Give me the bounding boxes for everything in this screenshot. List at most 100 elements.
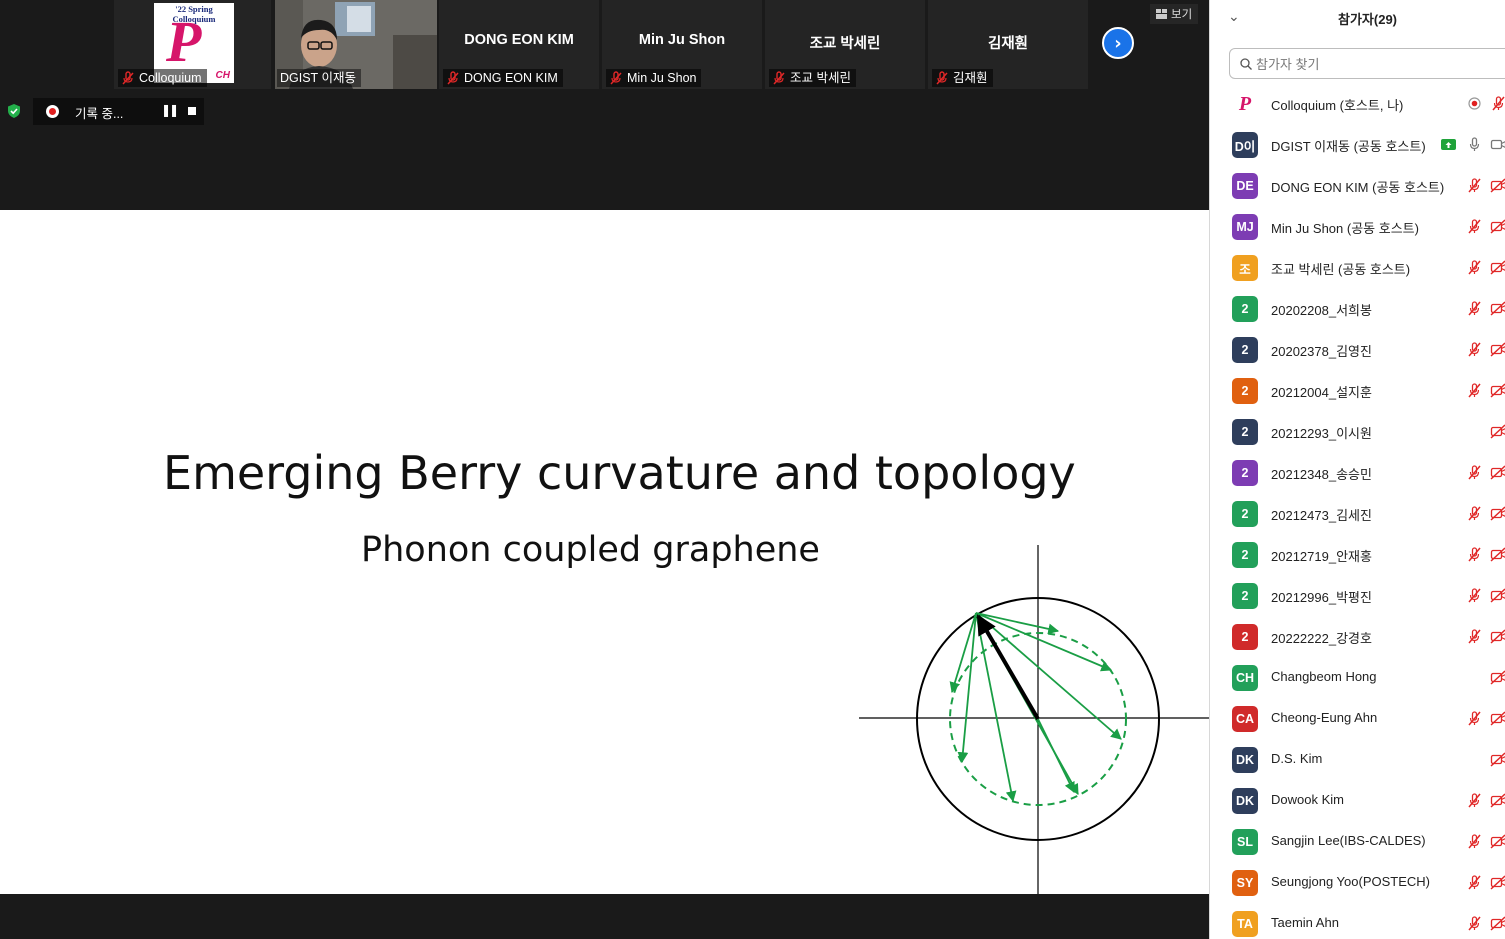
mic-muted-icon[interactable]	[1466, 710, 1483, 727]
camera-off-icon[interactable]	[1490, 259, 1505, 276]
participant-row[interactable]: 조 조교 박세린 (공동 호스트)	[1210, 247, 1505, 288]
avatar-initials: 2	[1241, 343, 1249, 357]
participant-row[interactable]: 2 20212719_안재홍	[1210, 534, 1505, 575]
next-page-button[interactable]: ›	[1102, 27, 1134, 59]
video-tile-speaker[interactable]: DGIST 이재동	[275, 0, 437, 89]
mic-muted-icon[interactable]	[1466, 587, 1483, 604]
mic-muted-icon[interactable]	[1466, 792, 1483, 809]
mic-muted-icon[interactable]	[1466, 382, 1483, 399]
participant-name: Colloquium (호스트, 나)	[1271, 98, 1404, 113]
participant-row[interactable]: 2 20222222_강경호	[1210, 616, 1505, 657]
chevron-down-icon[interactable]: ⌄	[1228, 9, 1240, 25]
participant-row[interactable]: SL Sangjin Lee(IBS-CALDES)	[1210, 821, 1505, 862]
participant-row[interactable]: DE DONG EON KIM (공동 호스트)	[1210, 165, 1505, 206]
green-vectors	[949, 612, 1122, 803]
mic-muted-icon[interactable]	[1466, 218, 1483, 235]
participant-name: 20222222_강경호	[1271, 631, 1372, 646]
avatar: P	[1232, 91, 1258, 117]
participant-search[interactable]	[1229, 48, 1505, 79]
participant-row[interactable]: 2 20212996_박평진	[1210, 575, 1505, 616]
participant-row[interactable]: CH Changbeom Hong	[1210, 657, 1505, 698]
avatar: 2	[1232, 296, 1258, 322]
mic-muted-icon[interactable]	[1466, 628, 1483, 645]
participant-row[interactable]: SY Seungjong Yoo(POSTECH)	[1210, 862, 1505, 903]
participant-row[interactable]: P Colloquium (호스트, 나)	[1210, 83, 1505, 124]
participant-row[interactable]: 2 20202208_서희봉	[1210, 288, 1505, 329]
avatar-initials: 2	[1241, 466, 1249, 480]
recording-bar: 기록 중... ❚❚	[33, 98, 204, 125]
avatar: DK	[1232, 747, 1258, 773]
camera-off-icon[interactable]	[1490, 177, 1505, 194]
camera-off-icon[interactable]	[1490, 587, 1505, 604]
microphone-icon[interactable]	[1466, 136, 1483, 153]
tile-display-name: 김재훤	[987, 36, 1029, 52]
camera-off-icon[interactable]	[1490, 915, 1505, 932]
participant-row[interactable]: TA Taemin Ahn	[1210, 903, 1505, 939]
avatar: 2	[1232, 460, 1258, 486]
avatar: SL	[1232, 829, 1258, 855]
logo-letter: P	[166, 9, 202, 74]
encryption-shield-icon[interactable]	[6, 103, 22, 119]
participant-row[interactable]: DK D.S. Kim	[1210, 739, 1505, 780]
mic-muted-icon[interactable]	[1466, 505, 1483, 522]
camera-off-icon[interactable]	[1490, 464, 1505, 481]
pause-recording-button[interactable]: ❚❚	[161, 103, 179, 117]
mic-muted-icon[interactable]	[1466, 259, 1483, 276]
camera-off-icon[interactable]	[1490, 628, 1505, 645]
recording-icon[interactable]	[1466, 95, 1483, 112]
avatar: 2	[1232, 624, 1258, 650]
search-input[interactable]	[1256, 53, 1496, 75]
camera-off-icon[interactable]	[1490, 669, 1505, 686]
camera-off-icon[interactable]	[1490, 792, 1505, 809]
panel-title: 참가자(29)	[1338, 12, 1397, 27]
participant-row[interactable]: 2 20212293_이시원	[1210, 411, 1505, 452]
stop-recording-button[interactable]	[188, 107, 196, 115]
tile-name: 조교 박세린	[790, 71, 851, 85]
video-tile-park-serin[interactable]: 조교 박세린 조교 박세린	[765, 0, 925, 89]
participant-row[interactable]: MJ Min Ju Shon (공동 호스트)	[1210, 206, 1505, 247]
share-screen-icon[interactable]	[1440, 136, 1457, 153]
camera-off-icon[interactable]	[1490, 300, 1505, 317]
avatar: DK	[1232, 788, 1258, 814]
participant-row[interactable]: CA Cheong-Eung Ahn	[1210, 698, 1505, 739]
camera-off-icon[interactable]	[1490, 751, 1505, 768]
camera-off-icon[interactable]	[1490, 833, 1505, 850]
camera-off-icon[interactable]	[1490, 423, 1505, 440]
camera-off-icon[interactable]	[1490, 546, 1505, 563]
participant-row[interactable]: D이 DGIST 이재동 (공동 호스트)	[1210, 124, 1505, 165]
mic-muted-icon[interactable]	[1466, 341, 1483, 358]
mic-muted-icon[interactable]	[1466, 464, 1483, 481]
participant-row[interactable]: 2 20212348_송승민	[1210, 452, 1505, 493]
camera-off-icon[interactable]	[1490, 505, 1505, 522]
camera-icon[interactable]	[1490, 136, 1505, 153]
mic-muted-icon[interactable]	[1466, 300, 1483, 317]
participant-name: DGIST 이재동 (공동 호스트)	[1271, 139, 1426, 154]
video-tile-dong-eon-kim[interactable]: DONG EON KIM DONG EON KIM	[439, 0, 599, 89]
participant-name: D.S. Kim	[1271, 751, 1323, 766]
video-tile-colloquium[interactable]: '22 Spring Colloquium P CH Colloquium	[114, 0, 271, 89]
video-tile-min-ju-shon[interactable]: Min Ju Shon Min Ju Shon	[602, 0, 762, 89]
camera-off-icon[interactable]	[1490, 382, 1505, 399]
participant-row[interactable]: DK Dowook Kim	[1210, 780, 1505, 821]
camera-off-icon[interactable]	[1490, 710, 1505, 727]
avatar: CH	[1232, 665, 1258, 691]
mic-muted-icon[interactable]	[1466, 546, 1483, 563]
participant-row[interactable]: 2 20202378_김영진	[1210, 329, 1505, 370]
video-tile-kim-jaehwon[interactable]: 김재훤 김재훤	[928, 0, 1088, 89]
avatar-initials: 2	[1241, 630, 1249, 644]
mic-muted-icon	[936, 71, 948, 85]
grid-view-icon	[1156, 9, 1167, 19]
camera-off-icon[interactable]	[1490, 874, 1505, 891]
mic-muted-icon[interactable]	[1466, 915, 1483, 932]
participant-row[interactable]: 2 20212473_김세진	[1210, 493, 1505, 534]
avatar: MJ	[1232, 214, 1258, 240]
mic-muted-icon[interactable]	[1466, 833, 1483, 850]
camera-off-icon[interactable]	[1490, 218, 1505, 235]
view-button[interactable]: 보기	[1150, 4, 1199, 24]
slide-subtitle: Phonon coupled graphene	[361, 530, 820, 570]
camera-off-icon[interactable]	[1490, 341, 1505, 358]
mic-muted-icon[interactable]	[1466, 874, 1483, 891]
mic-muted-icon[interactable]	[1490, 95, 1505, 112]
participant-row[interactable]: 2 20212004_설지훈	[1210, 370, 1505, 411]
mic-muted-icon[interactable]	[1466, 177, 1483, 194]
